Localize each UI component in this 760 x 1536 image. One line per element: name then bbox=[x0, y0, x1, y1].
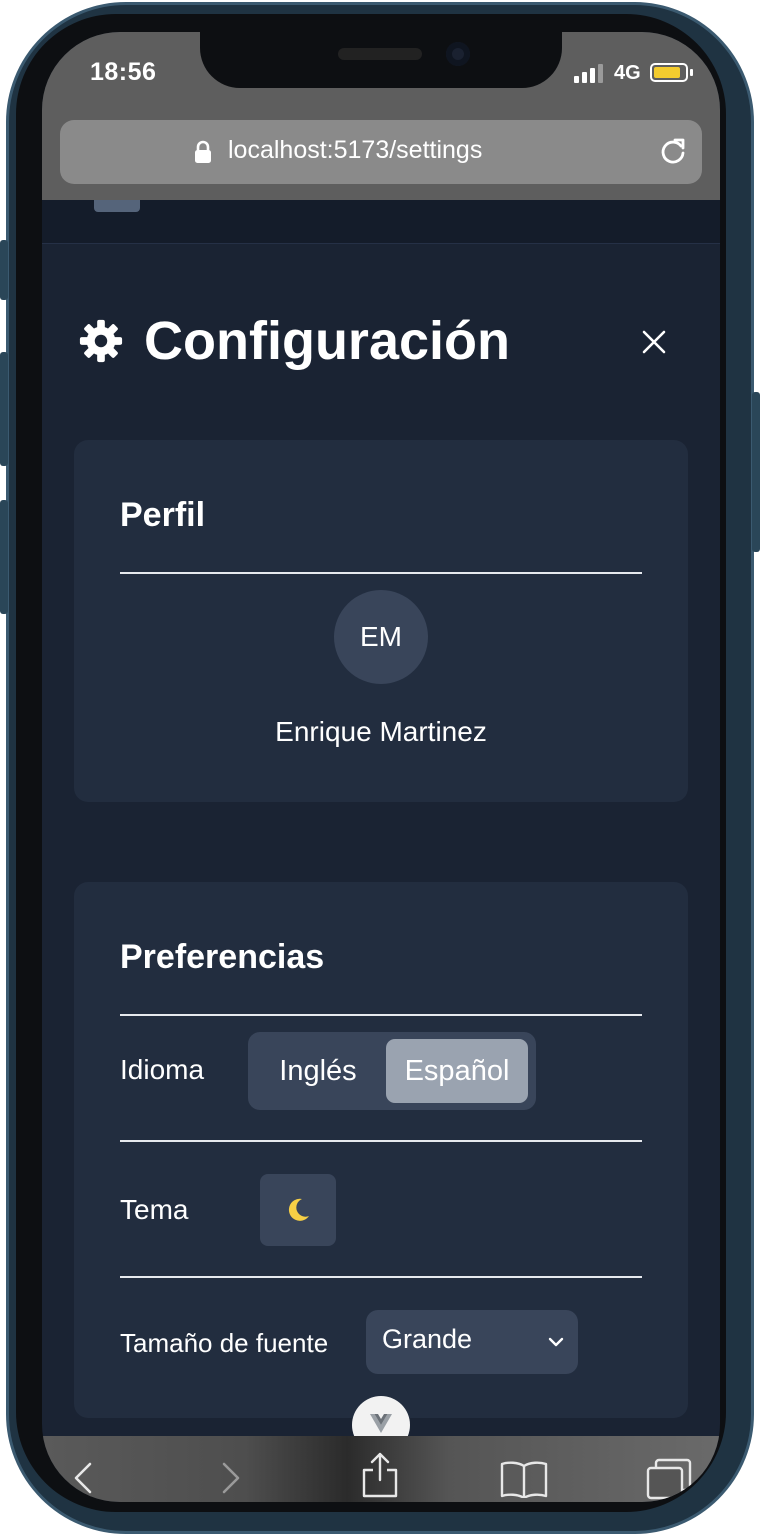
language-toggle: Inglés Español bbox=[248, 1032, 536, 1110]
profile-card: Perfil EM Enrique Martinez bbox=[74, 440, 688, 802]
notch bbox=[200, 32, 562, 88]
power-button bbox=[752, 392, 760, 552]
profile-heading: Perfil bbox=[120, 496, 206, 534]
share-icon[interactable] bbox=[360, 1452, 400, 1498]
url-text[interactable]: localhost:5173/settings bbox=[228, 136, 482, 165]
gear-icon bbox=[79, 319, 123, 363]
reload-icon[interactable] bbox=[658, 136, 688, 166]
divider bbox=[120, 572, 642, 574]
battery-tip bbox=[690, 69, 693, 76]
page-title: Configuración bbox=[78, 310, 510, 372]
front-camera bbox=[446, 42, 470, 66]
font-size-value: Grande bbox=[382, 1324, 473, 1354]
network-type: 4G bbox=[614, 62, 641, 84]
phone-screen: 18:56 4G localhost:5173/settings Configu… bbox=[42, 32, 720, 1502]
divider bbox=[120, 1276, 642, 1278]
theme-toggle-button[interactable] bbox=[260, 1174, 336, 1246]
font-size-label: Tamaño de fuente bbox=[120, 1328, 329, 1358]
language-label: Idioma bbox=[120, 1054, 205, 1085]
speaker-grille bbox=[338, 48, 422, 60]
language-option-english[interactable]: Inglés bbox=[254, 1039, 382, 1103]
theme-label: Tema bbox=[120, 1194, 189, 1225]
divider bbox=[120, 1014, 642, 1016]
silent-switch bbox=[0, 240, 8, 300]
volume-up-button bbox=[0, 352, 8, 466]
bookmarks-icon[interactable] bbox=[500, 1460, 548, 1498]
preferences-heading: Preferencias bbox=[120, 938, 325, 976]
moon-icon bbox=[288, 1198, 309, 1221]
signal-icon bbox=[574, 64, 603, 83]
page-title-text: Configuración bbox=[144, 311, 510, 371]
profile-name: Enrique Martinez bbox=[275, 716, 487, 747]
close-icon[interactable] bbox=[636, 324, 672, 360]
app-logo[interactable] bbox=[94, 200, 284, 214]
font-size-select[interactable]: Grande bbox=[366, 1310, 578, 1374]
chevron-down-icon bbox=[548, 1337, 564, 1347]
tabs-icon[interactable] bbox=[646, 1458, 692, 1500]
status-time: 18:56 bbox=[90, 58, 157, 86]
lock-icon bbox=[195, 140, 211, 163]
battery-icon bbox=[650, 63, 688, 82]
back-icon[interactable] bbox=[72, 1458, 94, 1498]
volume-down-button bbox=[0, 500, 8, 614]
battery-level bbox=[654, 67, 680, 78]
forward-icon[interactable] bbox=[220, 1458, 242, 1498]
avatar[interactable]: EM bbox=[334, 590, 428, 684]
language-option-spanish[interactable]: Español bbox=[386, 1039, 528, 1103]
preferences-card: Preferencias Idioma Inglés Español Tema … bbox=[74, 882, 688, 1418]
divider bbox=[120, 1140, 642, 1142]
vue-logo-icon bbox=[370, 1414, 392, 1433]
